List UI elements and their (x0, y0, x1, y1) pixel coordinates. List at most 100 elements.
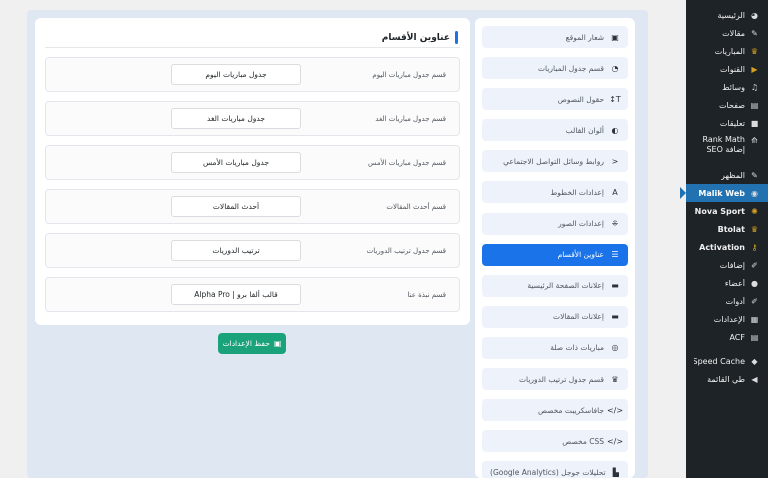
menu-item-channels[interactable]: ▶ القنوات (686, 60, 768, 78)
today-matches-title-input[interactable] (171, 64, 301, 85)
menu-item-nova-sport[interactable]: ✺ Nova Sport (686, 202, 768, 220)
menu-label: القنوات (719, 64, 745, 74)
ad-icon: ▬ (611, 281, 619, 291)
menu-label: الإعدادات (713, 314, 745, 324)
field-row: قسم جدول مباريات اليوم (45, 57, 460, 92)
settings-tabs: ▣ شعار الموقع ◔ قسم جدول المباريات T↕ حقول … (475, 18, 635, 478)
menu-item-media[interactable]: ♫ وسائط (686, 78, 768, 96)
menu-label: طي القائمة (707, 374, 745, 384)
tab-text-fields[interactable]: T↕ حقول النصوص (482, 88, 628, 111)
field-label: قسم جدول مباريات الغد (375, 114, 446, 123)
trophy-icon: ♛ (611, 374, 619, 384)
tab-label: روابط وسائل التواصل الاجتماعي (503, 156, 604, 166)
code-icon: </> (606, 436, 624, 446)
menu-item-appearance[interactable]: ✎ المظهر (686, 166, 768, 184)
tab-label: شعار الموقع (565, 32, 604, 42)
trophy-icon: ♛ (750, 46, 759, 56)
menu-label: Activation (699, 242, 745, 252)
tab-related-matches[interactable]: ◎ مباريات ذات صلة (482, 336, 628, 359)
plugin-icon: ✐ (751, 260, 758, 270)
save-button-label: حفظ الإعدادات (222, 339, 270, 348)
tab-label: إعدادات الصور (558, 219, 604, 229)
trophy-icon: ♛ (750, 224, 759, 234)
league-standings-title-input[interactable] (171, 240, 301, 261)
menu-item-tools[interactable]: ✐ أدوات (686, 292, 768, 310)
clock-icon: ◔ (611, 63, 619, 73)
menu-item-dashboard[interactable]: ◕ الرئيسية (686, 6, 768, 24)
tab-matches-table[interactable]: ◔ قسم جدول المباريات (482, 57, 628, 80)
menu-label: مقالات (722, 28, 745, 38)
pin-icon: ✎ (751, 28, 758, 38)
field-row: قسم جدول مباريات الأمس (45, 145, 460, 180)
field-row: قسم نبذة عنا (45, 277, 460, 312)
yesterday-matches-title-input[interactable] (171, 152, 301, 173)
tab-site-logo[interactable]: ▣ شعار الموقع (482, 26, 628, 48)
menu-label: صفحات (719, 100, 745, 110)
tab-label: إعدادات الخطوط (550, 187, 604, 197)
menu-label: LiteSpeed Cache (694, 356, 745, 366)
menu-item-posts[interactable]: ✎ مقالات (686, 24, 768, 42)
share-icon: < (611, 156, 619, 166)
menu-item-acf[interactable]: ▤ ACF (686, 328, 768, 346)
tab-label: إعلانات المقالات (553, 312, 604, 322)
tab-image-settings[interactable]: ⁜ إعدادات الصور (482, 212, 628, 235)
rankmath-icon: ⟰ (751, 135, 758, 145)
menu-label: أعضاء (724, 278, 745, 288)
menu-item-comments[interactable]: ■ تعليقات (686, 114, 768, 132)
tab-label: تحليلات جوجل (Google Analytics) (490, 467, 606, 477)
palette-icon: ◐ (611, 125, 619, 135)
tab-label: إعلانات الصفحة الرئيسية (527, 281, 604, 291)
tab-custom-js[interactable]: </> جافاسكريبت مخصص (482, 399, 628, 422)
tab-home-ads[interactable]: ▬ إعلانات الصفحة الرئيسية (482, 274, 628, 297)
menu-item-settings[interactable]: ▦ الإعدادات (686, 310, 768, 328)
tab-font-settings[interactable]: A إعدادات الخطوط (482, 181, 628, 204)
menu-label: Nova Sport (694, 206, 745, 216)
tab-custom-css[interactable]: </> CSS مخصص (482, 430, 628, 453)
menu-item-users[interactable]: ● أعضاء (686, 274, 768, 292)
latest-posts-title-input[interactable] (171, 196, 301, 217)
code-icon: </> (606, 405, 624, 415)
about-us-title-input[interactable] (171, 284, 301, 305)
tab-label: قسم جدول ترتيب الدوريات (519, 374, 604, 384)
menu-item-matches[interactable]: ♛ المباريات (686, 42, 768, 60)
field-label: قسم جدول مباريات الأمس (367, 158, 446, 167)
play-icon: ▶ (751, 64, 758, 74)
tab-label: مباريات ذات صلة (550, 343, 604, 353)
tab-label: حقول النصوص (557, 94, 604, 104)
tab-google-analytics[interactable]: ▙ تحليلات جوجل (Google Analytics) (482, 461, 628, 478)
gear-icon: ✺ (751, 206, 758, 216)
field-row: قسم جدول ترتيب الدوريات (45, 233, 460, 268)
menu-label: المظهر (721, 170, 745, 180)
litespeed-icon: ◆ (751, 356, 758, 366)
menu-item-pages[interactable]: ▤ صفحات (686, 96, 768, 114)
field-label: قسم جدول مباريات اليوم (372, 70, 446, 79)
image-icon: ▣ (611, 32, 619, 42)
field-row: قسم جدول مباريات الغد (45, 101, 460, 136)
plugin-settings-area: ▣ شعار الموقع ◔ قسم جدول المباريات T↕ حقول … (27, 10, 648, 478)
tab-league-standings[interactable]: ♛ قسم جدول ترتيب الدوريات (482, 368, 628, 391)
menu-item-btolat[interactable]: ♛ Btolat (686, 220, 768, 238)
save-settings-button[interactable]: ▣ حفظ الإعدادات (218, 333, 286, 354)
tab-label: قسم جدول المباريات (538, 63, 604, 73)
expand-icon: ⁜ (611, 219, 619, 229)
tab-social-links[interactable]: < روابط وسائل التواصل الاجتماعي (482, 150, 628, 173)
menu-item-malik-web[interactable]: ◉ Malik Web (686, 184, 768, 202)
brush-icon: ✎ (751, 170, 758, 180)
field-row: قسم أحدث المقالات (45, 189, 460, 224)
tab-theme-colors[interactable]: ◐ ألوان القالب (482, 119, 628, 142)
tab-post-ads[interactable]: ▬ إعلانات المقالات (482, 305, 628, 328)
tab-label: عناوين الأقسام (557, 250, 604, 260)
save-icon: ▣ (273, 339, 282, 348)
menu-item-plugins[interactable]: ✐ إضافات (686, 256, 768, 274)
tab-section-titles[interactable]: ☰ عناوين الأقسام (482, 243, 628, 266)
settings-panel: عناوين الأقسام قسم جدول مباريات اليوم قس… (35, 18, 470, 325)
menu-item-rank-math[interactable]: ⟰ Rank Math إضافة SEO (686, 132, 768, 160)
tab-label: ألوان القالب (565, 125, 604, 135)
menu-item-activation[interactable]: ⚷ Activation (686, 238, 768, 256)
menu-label: ACF (729, 332, 745, 342)
collapse-icon: ◀ (751, 374, 758, 384)
acf-icon: ▤ (750, 332, 759, 342)
menu-item-collapse[interactable]: ◀ طي القائمة (686, 370, 768, 388)
menu-item-litespeed[interactable]: ◆ LiteSpeed Cache (686, 352, 768, 370)
tomorrow-matches-title-input[interactable] (171, 108, 301, 129)
